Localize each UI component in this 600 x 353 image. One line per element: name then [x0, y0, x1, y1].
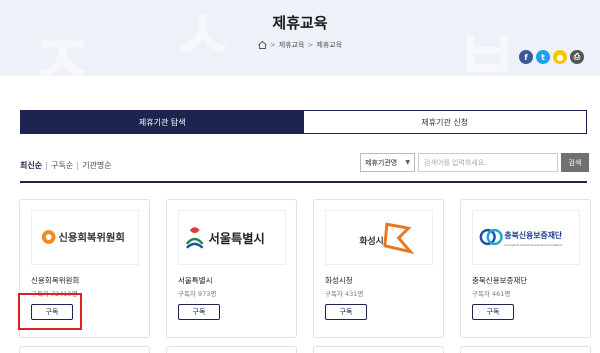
search-button[interactable]: 검색: [561, 153, 589, 172]
search-type-value: 제휴기관명: [365, 158, 398, 167]
partner-card[interactable]: 충북신용보증재단 Chungbuk Credit Guarantee Found…: [460, 199, 591, 338]
partner-card[interactable]: [166, 346, 297, 353]
subscriber-count: 구독자 461명: [472, 290, 511, 298]
print-icon[interactable]: ⎙: [570, 50, 584, 64]
page-title: 제휴교육: [272, 14, 328, 32]
partner-card[interactable]: [313, 346, 444, 353]
share-buttons: f t ● ⎙: [519, 50, 584, 64]
sort-latest[interactable]: 최신순: [20, 160, 46, 171]
svg-text:서울특별시: 서울특별시: [208, 231, 264, 246]
partner-name: 충북신용보증재단: [472, 276, 528, 285]
partner-card[interactable]: 서울특별시 서울특별시 구독자 973명 구독: [166, 199, 297, 338]
svg-text:신용회복위원회: 신용회복위원회: [59, 231, 125, 244]
partner-name: 신용회복위원회: [31, 276, 80, 285]
divider: [20, 181, 587, 183]
subscribe-button[interactable]: 구독: [178, 304, 220, 320]
subscriber-count: 구독자 431명: [325, 290, 364, 298]
kakao-icon[interactable]: ●: [553, 50, 567, 64]
twitter-icon[interactable]: t: [536, 50, 550, 64]
breadcrumb-separator: >: [269, 41, 276, 49]
highlight-box: [18, 293, 82, 330]
search-input[interactable]: 검색어를 입력하세요.: [418, 153, 558, 172]
sort-options: 최신순 구독순 기관명순: [20, 160, 116, 171]
tab-explore-partners[interactable]: 제휴기관 탐색: [21, 111, 304, 133]
tab-apply-partner[interactable]: 제휴기관 신청: [303, 111, 586, 133]
search-type-select[interactable]: 제휴기관명 ▼: [360, 153, 415, 172]
chevron-down-icon: ▼: [405, 159, 410, 166]
svg-text:Chungbuk Credit Guarantee Foun: Chungbuk Credit Guarantee Foundation: [504, 243, 563, 247]
svg-text:화성시: 화성시: [359, 235, 383, 247]
home-icon[interactable]: [258, 41, 267, 49]
page-header: ㅈ ㅅ ㅂ 제휴교육 > 제휴교육 > 제휴교육: [0, 0, 600, 76]
sort-subscribers[interactable]: 구독순: [47, 160, 77, 171]
facebook-icon[interactable]: f: [519, 50, 533, 64]
partner-logo: 서울특별시: [178, 210, 286, 265]
subscribe-button[interactable]: 구독: [325, 304, 367, 320]
breadcrumb-separator: >: [307, 41, 314, 49]
partner-card[interactable]: [19, 346, 150, 353]
breadcrumb-item-current[interactable]: 제휴교육: [316, 40, 342, 50]
partner-card[interactable]: [460, 346, 591, 353]
partner-card[interactable]: 화성시 화성시청 구독자 431명 구독: [313, 199, 444, 338]
partner-name: 화성시청: [325, 276, 353, 285]
partner-logo: 신용회복위원회: [31, 210, 139, 265]
partner-logo: 화성시: [325, 210, 433, 265]
svg-text:충북신용보증재단: 충북신용보증재단: [504, 230, 563, 240]
partner-name: 서울특별시: [178, 276, 213, 285]
subscriber-count: 구독자 973명: [178, 290, 217, 298]
search-bar: 제휴기관명 ▼ 검색어를 입력하세요. 검색: [360, 153, 589, 172]
tab-bar: 제휴기관 탐색 제휴기관 신청: [20, 110, 587, 134]
breadcrumb-item[interactable]: 제휴교육: [279, 40, 305, 50]
partner-logo: 충북신용보증재단 Chungbuk Credit Guarantee Found…: [472, 210, 580, 265]
subscribe-button[interactable]: 구독: [472, 304, 514, 320]
sort-name[interactable]: 기관명순: [78, 160, 115, 171]
breadcrumb: > 제휴교육 > 제휴교육: [0, 40, 600, 50]
